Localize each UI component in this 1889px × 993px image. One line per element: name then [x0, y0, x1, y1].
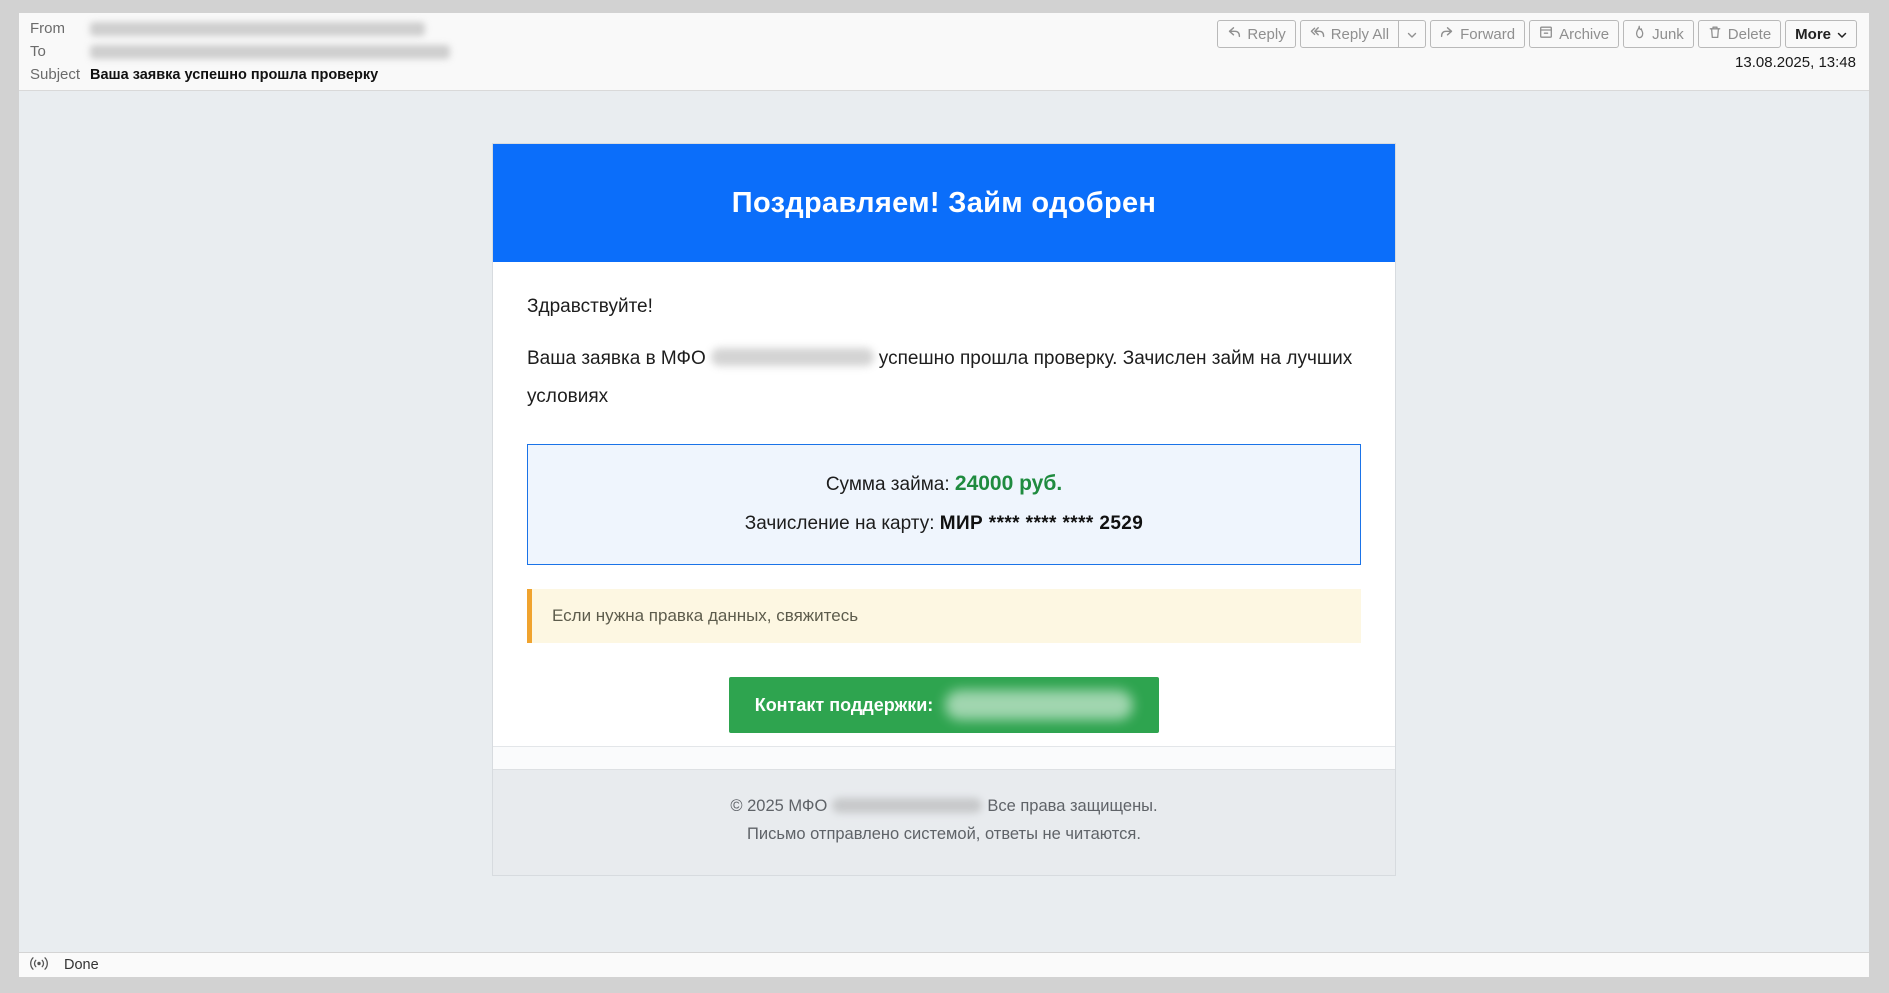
archive-label: Archive: [1559, 26, 1609, 43]
from-value[interactable]: [90, 19, 450, 39]
message-toolbar: Reply Reply All F: [1217, 20, 1857, 48]
support-phone-redacted: [945, 690, 1133, 720]
footer-mfo-name-redacted: [832, 798, 982, 813]
junk-label: Junk: [1652, 26, 1684, 43]
card-credit-label: Зачисление на карту:: [745, 513, 935, 534]
message-date: 13.08.2025, 13:48: [1735, 54, 1856, 71]
mfo-name-redacted: [711, 348, 874, 366]
subject-value: Ваша заявка успешно прошла проверку: [90, 65, 450, 85]
support-contact-button[interactable]: Контакт поддержки:: [729, 677, 1160, 733]
card-credit-line: Зачисление на карту: МИР **** **** **** …: [538, 513, 1350, 535]
loan-amount-label: Сумма займа:: [826, 474, 950, 495]
reply-label: Reply: [1247, 26, 1285, 43]
banner-title: Поздравляем! Займ одобрен: [732, 187, 1156, 220]
notice-text: Если нужна правка данных, свяжитесь: [552, 606, 858, 625]
footer-copyright-after: Все права защищены.: [987, 797, 1157, 815]
forward-label: Forward: [1460, 26, 1515, 43]
to-value-redacted: [90, 45, 450, 59]
delete-label: Delete: [1728, 26, 1771, 43]
trash-icon: [1708, 25, 1722, 43]
loan-amount-value: 24000 руб.: [955, 472, 1062, 495]
to-label: To: [30, 42, 90, 62]
reply-all-dropdown-button[interactable]: [1399, 20, 1426, 48]
to-value[interactable]: [90, 42, 450, 62]
email-banner: Поздравляем! Займ одобрен: [493, 144, 1395, 262]
delete-button[interactable]: Delete: [1698, 20, 1781, 48]
address-rows: From To Subject Ваша заявка успешно прош…: [30, 19, 450, 85]
mail-client-window: From To Subject Ваша заявка успешно прош…: [19, 13, 1869, 977]
support-button-label: Контакт поддержки:: [755, 695, 934, 716]
body-text-before: Ваша заявка в МФО: [527, 348, 706, 369]
support-button-wrapper: Контакт поддержки:: [527, 677, 1361, 733]
footer-copyright-line: © 2025 МФО Все права защищены.: [493, 796, 1395, 816]
greeting-text: Здравствуйте!: [527, 296, 1361, 318]
loan-info-box: Сумма займа: 24000 руб. Зачисление на ка…: [527, 444, 1361, 565]
reply-all-icon: [1310, 25, 1325, 43]
email-footer: © 2025 МФО Все права защищены. Письмо отп…: [493, 769, 1395, 875]
reply-all-split-button: Reply All: [1300, 20, 1426, 48]
message-header-pane: From To Subject Ваша заявка успешно прош…: [19, 13, 1869, 91]
reply-icon: [1227, 25, 1241, 43]
status-text: Done: [64, 957, 99, 973]
from-label: From: [30, 19, 90, 39]
email-card: Поздравляем! Займ одобрен Здравствуйте! …: [492, 143, 1396, 876]
more-label: More: [1795, 26, 1831, 43]
archive-icon: [1539, 25, 1553, 43]
forward-icon: [1440, 25, 1454, 43]
subject-label: Subject: [30, 65, 90, 85]
archive-button[interactable]: Archive: [1529, 20, 1619, 48]
chevron-down-icon: [1407, 26, 1417, 43]
footer-copyright-before: © 2025 МФО: [730, 797, 827, 815]
reply-button[interactable]: Reply: [1217, 20, 1295, 48]
more-chevron-down-icon: [1837, 26, 1847, 43]
reply-all-button[interactable]: Reply All: [1300, 20, 1399, 48]
broadcast-icon: [29, 956, 49, 975]
email-footer-spacer: [493, 746, 1395, 769]
footer-noreply-line: Письмо отправлено системой, ответы не чи…: [493, 824, 1395, 844]
email-content: Здравствуйте! Ваша заявка в МФОуспешно п…: [493, 262, 1395, 746]
card-number-value: МИР **** **** **** 2529: [940, 513, 1143, 534]
status-bar: Done: [19, 952, 1869, 977]
loan-amount-line: Сумма займа: 24000 руб.: [538, 472, 1350, 496]
from-value-redacted: [90, 22, 425, 36]
reply-all-label: Reply All: [1331, 26, 1389, 43]
junk-flame-icon: [1633, 25, 1646, 43]
body-paragraph: Ваша заявка в МФОуспешно прошла проверку…: [527, 340, 1361, 416]
more-button[interactable]: More: [1785, 20, 1857, 48]
message-body-viewer: Поздравляем! Займ одобрен Здравствуйте! …: [19, 91, 1869, 952]
junk-button[interactable]: Junk: [1623, 20, 1694, 48]
forward-button[interactable]: Forward: [1430, 20, 1525, 48]
notice-box: Если нужна правка данных, свяжитесь: [527, 589, 1361, 643]
